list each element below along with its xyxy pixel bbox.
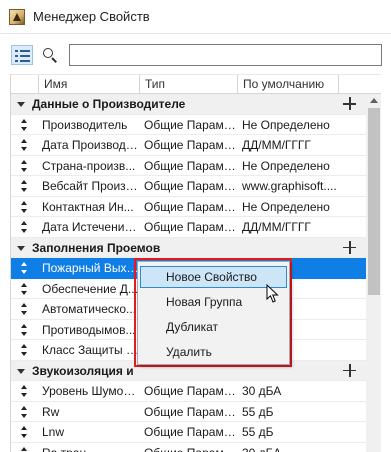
cell-type: Общие Параме... (144, 199, 237, 214)
cell-name: Противодымов... (42, 322, 136, 337)
cell-type: Общие Параме... (144, 220, 237, 234)
cell-name: Класс Защиты о... (42, 343, 139, 357)
menu-item-new-property[interactable]: Новое Свойство (140, 266, 287, 288)
cell-name: Ra тран. (38, 443, 139, 452)
cell-name: Производитель (42, 117, 128, 132)
cell-default: 55 дБ (242, 404, 274, 419)
cell-name: Страна-произв... (42, 158, 136, 173)
drag-handle-icon[interactable] (21, 446, 29, 452)
drag-handle-icon[interactable] (21, 302, 29, 316)
drag-handle-icon[interactable] (21, 425, 29, 439)
mouse-cursor-icon (266, 284, 279, 303)
table-row[interactable]: Дата Производс... Общие Параме... ДД/ММ/… (11, 135, 366, 156)
collapse-caret-icon[interactable] (17, 245, 25, 251)
cell-type: Общие Параме... (144, 425, 237, 439)
window-title: Менеджер Свойств (33, 9, 150, 24)
scrollbar-thumb[interactable] (368, 108, 380, 295)
column-header-type[interactable]: Тип (139, 75, 237, 94)
cell-type: Общие Параме... (144, 384, 237, 398)
vertical-scrollbar[interactable] (366, 94, 381, 452)
cell-name: Обеспечение Д... (42, 281, 138, 296)
collapse-caret-icon[interactable] (17, 102, 25, 107)
drag-handle-icon[interactable] (21, 220, 29, 234)
menu-item-duplicate[interactable]: Дубликат (138, 316, 289, 338)
drag-handle-icon[interactable] (21, 343, 29, 357)
cell-name: Вебсайт Произв... (42, 179, 139, 193)
toolbar (0, 34, 391, 74)
table-row[interactable]: Контактная Ин... Общие Параме... Не Опре… (11, 197, 366, 217)
drag-handle-icon[interactable] (21, 138, 29, 152)
group-label: Звукоизоляция и (32, 363, 134, 378)
cell-default: Не Определено (242, 117, 330, 132)
cell-default: www.graphisoft.... (242, 179, 337, 193)
cell-default: ДД/ММ/ГГГГ (242, 138, 311, 152)
drag-handle-icon[interactable] (21, 323, 29, 337)
table-row[interactable]: Вебсайт Произв... Общие Параме... www.gr… (11, 176, 366, 197)
cell-type: Общие Параме... (144, 158, 237, 173)
drag-handle-icon[interactable] (21, 282, 29, 296)
search-icon[interactable] (40, 45, 62, 65)
cell-name: Дата Истечения... (42, 220, 139, 234)
cell-type: Общие Параме... (144, 117, 237, 132)
table-row[interactable]: Ra тран. Общие Параме... 30 дБА (11, 443, 366, 452)
menu-item-delete[interactable]: Удалить (138, 341, 289, 363)
drag-handle-icon[interactable] (21, 179, 29, 193)
add-property-icon[interactable] (343, 240, 356, 254)
drag-handle-icon[interactable] (21, 384, 29, 398)
cell-default: ДД/ММ/ГГГГ (242, 220, 311, 234)
drag-handle-icon[interactable] (21, 118, 29, 132)
cell-type: Общие Параме... (144, 138, 237, 152)
scroll-up-arrow-icon[interactable] (370, 98, 378, 103)
cell-type: Общие Параме... (144, 179, 237, 193)
drag-handle-icon[interactable] (21, 405, 29, 419)
cell-name: Уровень Шумои... (42, 384, 139, 398)
cell-name: Контактная Ин... (42, 199, 134, 214)
archicad-app-icon (9, 9, 25, 25)
column-header-name[interactable]: Имя (38, 75, 139, 94)
table-row[interactable]: Lnw Общие Параме... 55 дБ (11, 422, 366, 443)
header-tail (338, 75, 366, 94)
cell-name: Автоматическо... (42, 302, 136, 316)
cell-name: Дата Производс... (42, 138, 139, 152)
cell-default: Не Определено (242, 158, 330, 173)
cell-default: 30 дБА (242, 384, 282, 398)
cell-default: 55 дБ (242, 425, 274, 439)
group-row[interactable]: Заполнения Проемов (11, 237, 366, 258)
add-property-icon[interactable] (343, 363, 356, 377)
cell-type: Общие Параме... (139, 443, 237, 452)
cell-type: Общие Параме... (144, 404, 237, 419)
add-property-icon[interactable] (343, 97, 356, 110)
collapse-caret-icon[interactable] (17, 368, 25, 374)
table-row[interactable]: Производитель Общие Параме... Не Определ… (11, 115, 366, 135)
group-label: Заполнения Проемов (32, 240, 161, 255)
cell-default: 30 дБА (237, 443, 338, 452)
list-view-icon[interactable] (11, 45, 33, 65)
drag-handle-icon[interactable] (21, 159, 29, 173)
table-row[interactable]: Rw Общие Параме... 55 дБ (11, 402, 366, 422)
cell-default: Не Определено (242, 199, 330, 214)
cell-name: Rw (42, 404, 60, 419)
column-header-default[interactable]: По умолчанию (237, 75, 338, 94)
header-spacer (11, 75, 38, 94)
title-bar: Менеджер Свойств (0, 0, 391, 34)
search-input[interactable] (69, 44, 382, 66)
drag-handle-icon[interactable] (21, 200, 29, 214)
table-row[interactable]: Страна-произв... Общие Параме... Не Опре… (11, 156, 366, 176)
context-menu: Новое Свойство Новая Группа Дубликат Уда… (137, 261, 290, 365)
table-header: Имя Тип По умолчанию (11, 74, 381, 94)
group-label: Данные о Производителе (32, 97, 186, 111)
table-row[interactable]: Дата Истечения... Общие Параме... ДД/ММ/… (11, 217, 366, 238)
table-row[interactable]: Уровень Шумои... Общие Параме... 30 дБА (11, 381, 366, 402)
group-row[interactable]: Данные о Производителе (11, 94, 366, 115)
drag-handle-icon[interactable] (21, 261, 29, 275)
cell-name: Пожарный Выход (42, 261, 139, 275)
cell-name: Lnw (42, 425, 65, 439)
